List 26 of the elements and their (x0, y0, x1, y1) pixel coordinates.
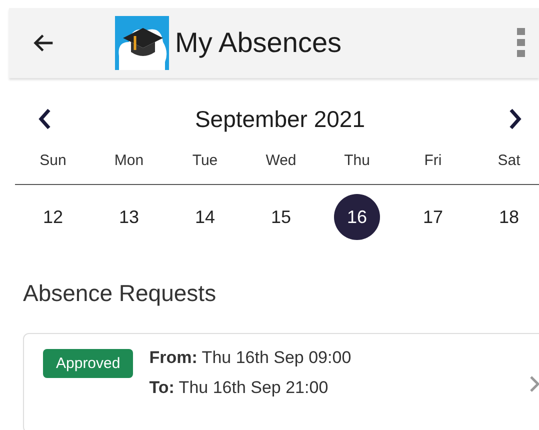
app-logo-icon (115, 16, 169, 70)
calendar-day[interactable]: 12 (30, 194, 76, 240)
weekday-label: Thu (344, 152, 370, 168)
month-label: September 2021 (194, 106, 366, 132)
previous-month-icon[interactable] (38, 108, 52, 130)
weekday-label: Wed (266, 152, 296, 168)
weekday-label: Fri (424, 152, 442, 168)
calendar-day[interactable]: 18 (486, 194, 532, 240)
chevron-right-icon (528, 375, 539, 393)
app-title: My Absences (175, 27, 342, 59)
absence-request-card[interactable]: Approved From: Thu 16th Sep 09:00 To: Thu 16th Sep 21:00 (23, 333, 539, 430)
weekday-label: Mon (114, 152, 144, 168)
status-badge: Approved (43, 349, 134, 378)
more-options-icon[interactable] (517, 28, 525, 58)
calendar-day[interactable]: 17 (410, 194, 456, 240)
calendar-day[interactable]: 13 (106, 194, 152, 240)
weekday-label: Tue (192, 152, 218, 168)
weekday-label: Sun (40, 152, 66, 168)
weekday-label: Sat (498, 152, 520, 168)
from-text: From: Thu 16th Sep 09:00 (149, 348, 352, 368)
next-month-icon[interactable] (508, 108, 522, 130)
section-title: Absence Requests (23, 280, 218, 307)
to-text: To: Thu 16th Sep 21:00 (149, 378, 330, 398)
calendar-day[interactable]: 15 (258, 194, 304, 240)
calendar-day[interactable]: 14 (182, 194, 228, 240)
calendar-day[interactable]: 16 (334, 194, 380, 240)
